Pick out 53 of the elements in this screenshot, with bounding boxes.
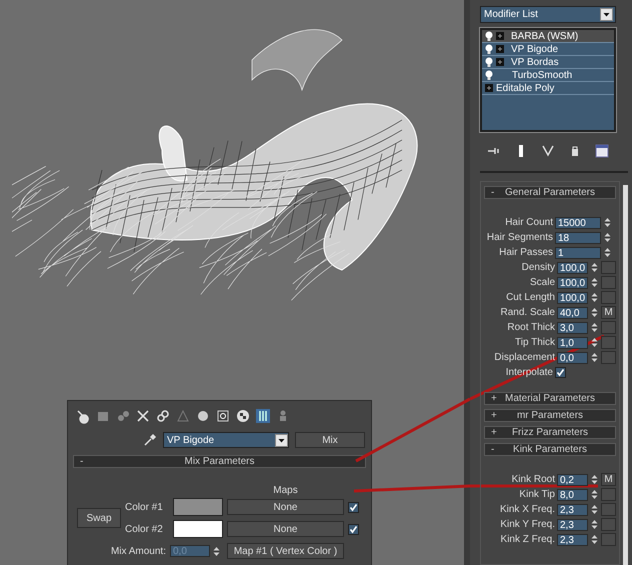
- parameter-label: Displacement: [494, 352, 556, 363]
- parameter-label: Hair Segments: [486, 232, 554, 243]
- spinner-field[interactable]: 3,0: [557, 322, 588, 334]
- map-button[interactable]: M: [601, 306, 616, 319]
- rollout-header[interactable]: + mr Parameters: [484, 409, 616, 422]
- parameter-label: Rand. Scale: [500, 307, 556, 318]
- modifier-stack-item[interactable]: Editable Poly: [482, 82, 614, 95]
- modifier-stack-item[interactable]: BARBA (WSM): [482, 30, 614, 43]
- modifier-stack-item[interactable]: VP Bordas: [482, 56, 614, 69]
- map-slot-button[interactable]: None: [227, 521, 344, 537]
- parameter-label: Kink Root: [512, 474, 556, 485]
- material-type-button[interactable]: Mix: [295, 432, 365, 448]
- maps-header: Maps: [273, 485, 298, 496]
- spinner-field[interactable]: 100,0: [557, 262, 588, 274]
- spinner-field[interactable]: 8,0: [557, 488, 588, 500]
- spinner-field[interactable]: 0,2: [557, 474, 588, 486]
- spinner-field[interactable]: 15000: [555, 216, 601, 228]
- spinner-field[interactable]: 100,0: [557, 292, 588, 304]
- spinner-field[interactable]: 18: [555, 232, 601, 244]
- parameter-label: Scale: [530, 277, 556, 288]
- material-name-dropdown[interactable]: VP Bigode: [163, 432, 289, 448]
- rollout-header[interactable]: - Mix Parameters: [73, 455, 366, 468]
- map-button[interactable]: M: [601, 473, 616, 486]
- spinner-field[interactable]: 2,3: [557, 504, 588, 516]
- parameter-label: Hair Count: [505, 217, 554, 228]
- spinner-field[interactable]: 2,3: [557, 534, 588, 546]
- color-label: Color #2: [125, 524, 164, 534]
- rollout-header[interactable]: + Material Parameters: [484, 392, 616, 405]
- spinner-field[interactable]: 1: [555, 246, 601, 258]
- modifier-stack-item[interactable]: VP Bigode: [482, 43, 614, 56]
- spinner-field[interactable]: 40,0: [557, 306, 588, 318]
- parameter-label: Root Thick: [507, 322, 556, 333]
- spinner-field[interactable]: 1,0: [557, 336, 588, 348]
- parameter-label: Cut Length: [506, 292, 556, 303]
- parameter-label: Kink Tip: [519, 489, 556, 500]
- modifier-list-dropdown[interactable]: Modifier List: [480, 6, 616, 23]
- rollout-header[interactable]: - Kink Parameters: [484, 443, 616, 456]
- spinner-field[interactable]: 2,3: [557, 518, 588, 530]
- rollout-header[interactable]: + Frizz Parameters: [484, 426, 616, 439]
- map-slot-button[interactable]: None: [227, 499, 344, 515]
- spinner-field[interactable]: 0,0: [557, 352, 588, 364]
- parameter-label: Hair Passes: [499, 247, 554, 258]
- modifier-stack-item[interactable]: TurboSmooth: [482, 69, 614, 82]
- spinner-field[interactable]: 100,0: [557, 276, 588, 288]
- color-label: Color #1: [125, 502, 164, 512]
- swap-button[interactable]: Swap: [77, 508, 121, 528]
- mix-amount-label: Mix Amount:: [110, 546, 166, 556]
- parameter-label: Kink Z Freq.: [500, 534, 556, 545]
- parameter-label: Density: [522, 262, 556, 273]
- parameter-label: Kink Y Freq.: [500, 519, 556, 530]
- parameter-label: Kink X Freq.: [500, 504, 556, 515]
- rollout-header[interactable]: - General Parameters: [484, 186, 616, 199]
- parameter-label: Tip Thick: [514, 337, 556, 348]
